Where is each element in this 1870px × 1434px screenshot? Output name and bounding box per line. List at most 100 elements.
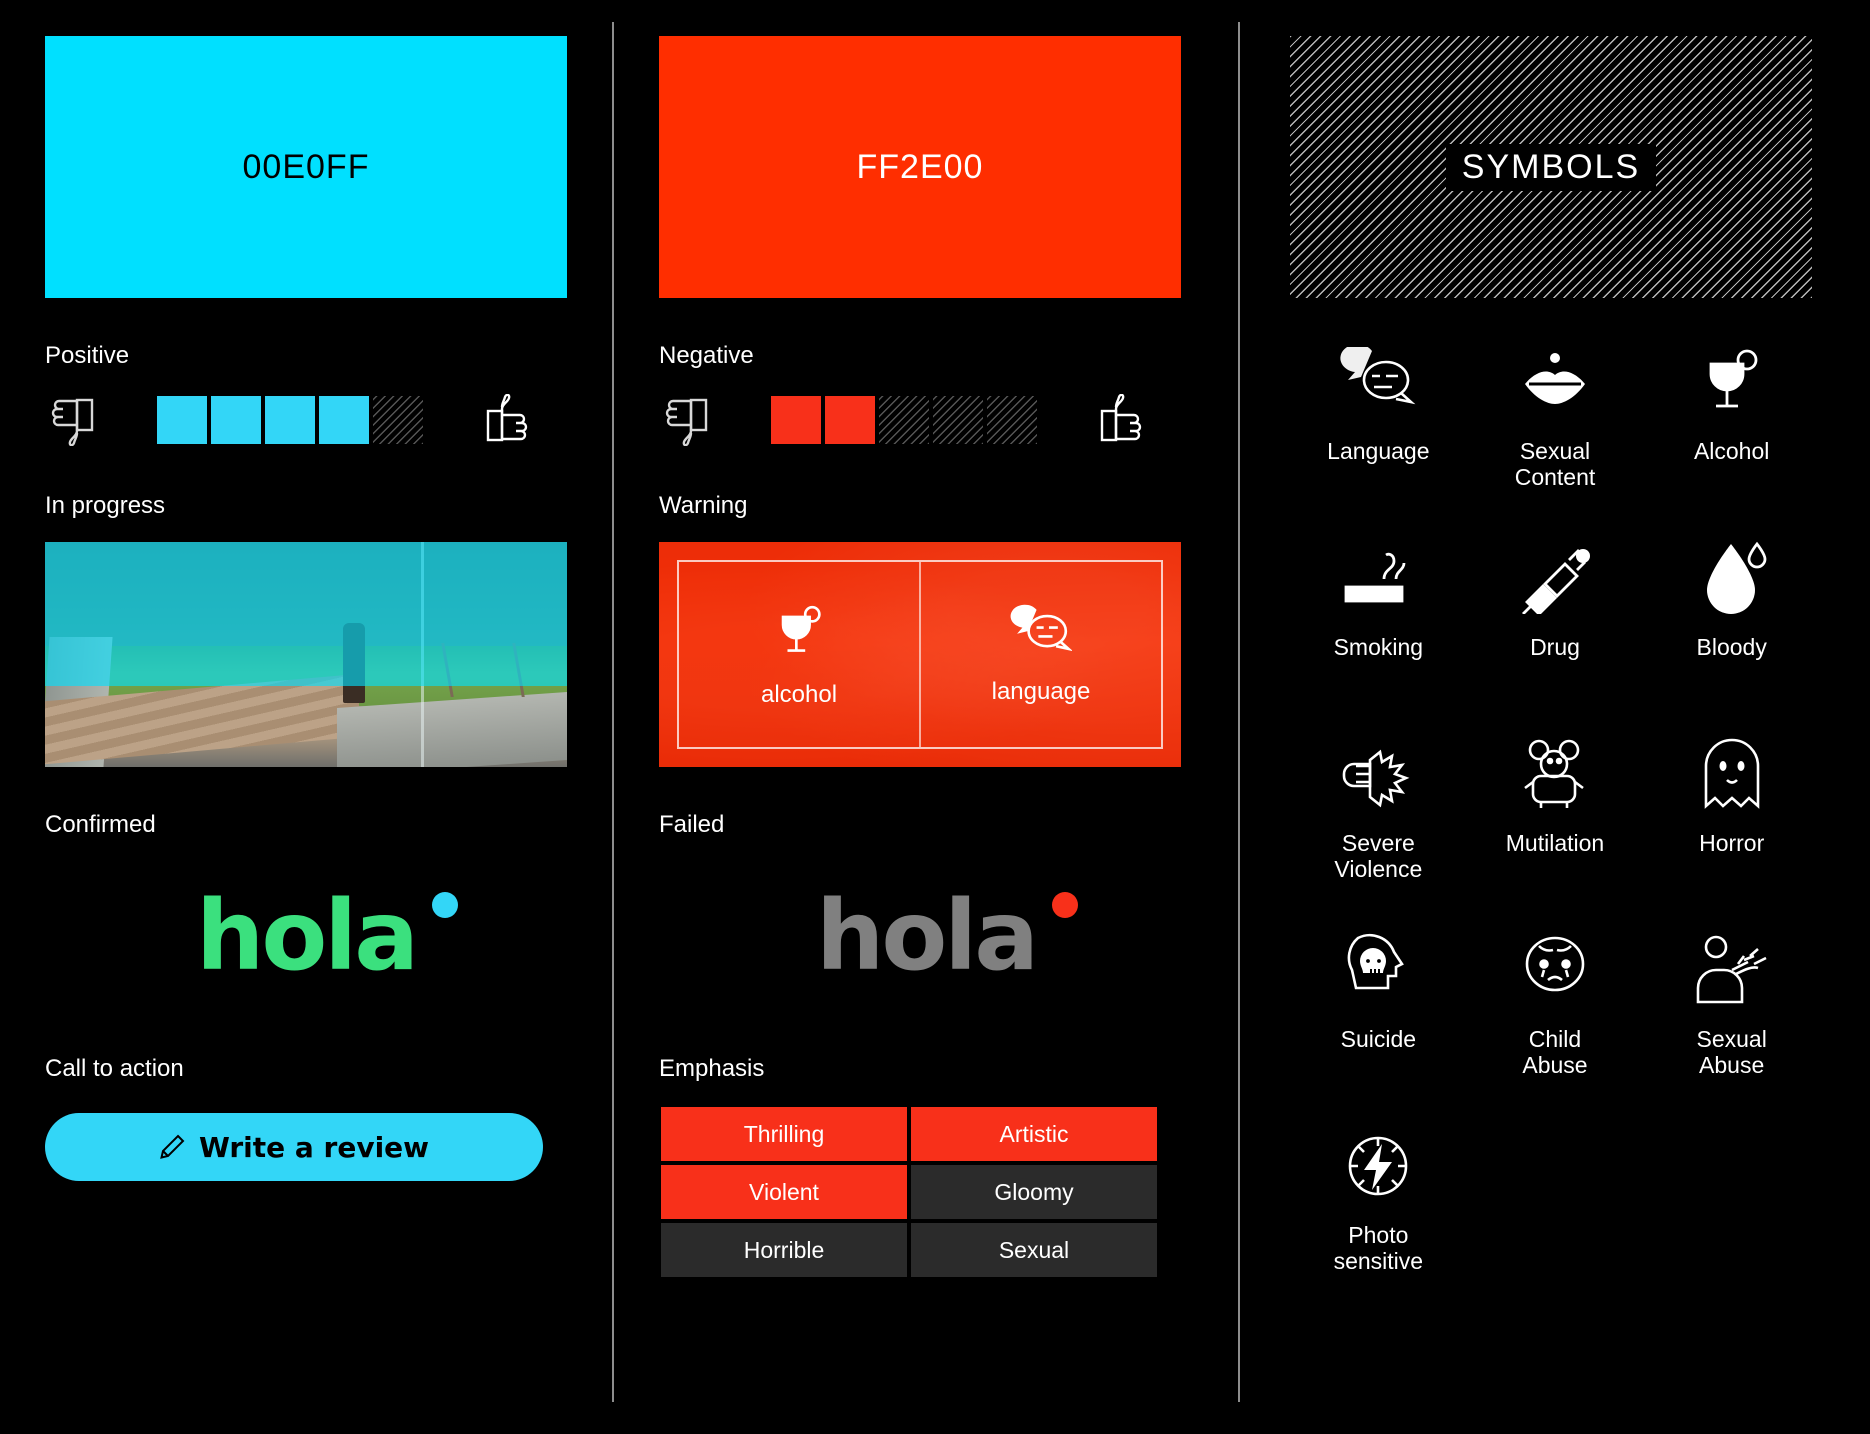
design-system-board: 00E0FF Positive In progress Confirmed ho… <box>0 0 1870 1434</box>
warning-label-language: language <box>991 677 1091 705</box>
progress-overlay <box>45 542 567 686</box>
symbol-sexual-abuse[interactable]: Sexual Abuse <box>1643 916 1820 1106</box>
table-row: Thrilling Artistic <box>659 1105 1159 1163</box>
positive-section-label: Positive <box>45 342 130 369</box>
symbol-severe-violence[interactable]: Severe Violence <box>1290 720 1467 910</box>
mutilation-icon <box>1517 728 1593 820</box>
symbol-label: Drug <box>1530 634 1580 660</box>
symbol-sexual-content[interactable]: Sexual Content <box>1467 328 1644 518</box>
column-symbols: SYMBOLS Language Sexual Content Alcohol … <box>1240 0 1870 1434</box>
hola-logo-confirmed: hola <box>196 888 458 984</box>
thumbs-down-icon[interactable] <box>45 394 99 446</box>
symbol-label: Suicide <box>1340 1026 1417 1052</box>
thumbs-down-icon[interactable] <box>659 394 713 446</box>
symbol-mutilation[interactable]: Mutilation <box>1467 720 1644 910</box>
rating-box-empty[interactable] <box>373 396 423 444</box>
emphasis-table: Thrilling Artistic Violent Gloomy Horrib… <box>659 1105 1159 1279</box>
symbol-language[interactable]: Language <box>1290 328 1467 518</box>
symbol-label: Child Abuse <box>1522 1026 1588 1079</box>
symbol-label: Language <box>1327 438 1430 464</box>
column-primary: 00E0FF Positive In progress Confirmed ho… <box>0 0 612 1434</box>
red-color-swatch: FF2E00 <box>659 36 1181 298</box>
symbol-label: Horror <box>1699 830 1765 856</box>
horror-icon <box>1699 728 1765 820</box>
alcohol-icon <box>770 601 828 663</box>
symbol-child-abuse[interactable]: Child Abuse <box>1467 916 1644 1106</box>
symbol-alcohol[interactable]: Alcohol <box>1643 328 1820 518</box>
failed-section-label: Failed <box>659 811 725 838</box>
table-row: Violent Gloomy <box>659 1163 1159 1221</box>
rating-box-empty[interactable] <box>933 396 983 444</box>
hola-logo-text: hola <box>816 880 1039 992</box>
thumbs-up-icon[interactable] <box>1095 394 1149 446</box>
symbol-label: Photo sensitive <box>1333 1222 1424 1275</box>
sexual-abuse-icon <box>1692 924 1772 1016</box>
hola-logo-failed: hola <box>816 888 1078 984</box>
warning-media[interactable]: alcohol language <box>659 542 1181 767</box>
in-progress-section-label: In progress <box>45 492 166 519</box>
write-review-label: Write a review <box>198 1130 430 1164</box>
symbol-label: Alcohol <box>1693 438 1770 464</box>
status-dot-red <box>1051 892 1078 918</box>
table-row: Horrible Sexual <box>659 1221 1159 1279</box>
sexual-content-icon <box>1515 336 1595 428</box>
status-dot-cyan <box>431 892 458 918</box>
symbols-grid: Language Sexual Content Alcohol Smoking … <box>1290 328 1820 1302</box>
rating-box-empty[interactable] <box>987 396 1037 444</box>
warning-label-alcohol: alcohol <box>760 680 838 708</box>
confirmed-logo-wrap: hola <box>45 861 567 1011</box>
positive-rating[interactable] <box>45 392 567 448</box>
rating-box-empty[interactable] <box>879 396 929 444</box>
write-review-button[interactable]: Write a review <box>45 1113 543 1181</box>
rating-box-filled[interactable] <box>265 396 315 444</box>
red-hex-label: FF2E00 <box>856 147 984 186</box>
emphasis-section-label: Emphasis <box>659 1055 765 1082</box>
emphasis-cell-gloomy[interactable]: Gloomy <box>909 1163 1159 1221</box>
symbol-label: Mutilation <box>1505 830 1605 856</box>
symbols-title: SYMBOLS <box>1445 143 1657 191</box>
language-icon <box>1010 604 1072 660</box>
rating-box-filled[interactable] <box>771 396 821 444</box>
emphasis-cell-sexual[interactable]: Sexual <box>909 1221 1159 1279</box>
positive-rating-boxes[interactable] <box>157 396 423 444</box>
rating-box-filled[interactable] <box>319 396 369 444</box>
symbol-horror[interactable]: Horror <box>1643 720 1820 910</box>
column-secondary: FF2E00 Negative Warning alcohol language… <box>614 0 1238 1434</box>
symbol-smoking[interactable]: Smoking <box>1290 524 1467 714</box>
emphasis-cell-artistic[interactable]: Artistic <box>909 1105 1159 1163</box>
rating-box-filled[interactable] <box>211 396 261 444</box>
smoking-icon <box>1338 532 1418 624</box>
negative-rating-boxes[interactable] <box>771 396 1037 444</box>
rating-box-filled[interactable] <box>825 396 875 444</box>
emphasis-cell-violent[interactable]: Violent <box>659 1163 909 1221</box>
symbol-suicide[interactable]: Suicide <box>1290 916 1467 1106</box>
symbol-photosensitive[interactable]: Photo sensitive <box>1290 1112 1467 1302</box>
warning-inner-frame: alcohol language <box>677 560 1163 749</box>
pencil-icon <box>159 1134 185 1160</box>
suicide-icon <box>1340 924 1416 1016</box>
drug-icon <box>1515 532 1595 624</box>
symbol-bloody[interactable]: Bloody <box>1643 524 1820 714</box>
warning-section-label: Warning <box>659 492 748 519</box>
warning-cell-language[interactable]: language <box>919 562 1161 747</box>
rating-box-filled[interactable] <box>157 396 207 444</box>
emphasis-cell-horrible[interactable]: Horrible <box>659 1221 909 1279</box>
negative-section-label: Negative <box>659 342 754 369</box>
negative-rating[interactable] <box>659 392 1193 448</box>
symbol-label: Sexual Abuse <box>1696 1026 1767 1079</box>
symbol-label: Severe Violence <box>1334 830 1423 883</box>
confirmed-section-label: Confirmed <box>45 811 156 838</box>
symbol-label: Smoking <box>1333 634 1424 660</box>
alcohol-icon <box>1697 336 1767 428</box>
bloody-icon <box>1697 532 1767 624</box>
emphasis-cell-thrilling[interactable]: Thrilling <box>659 1105 909 1163</box>
child-abuse-icon <box>1517 924 1593 1016</box>
symbol-drug[interactable]: Drug <box>1467 524 1644 714</box>
thumbs-up-icon[interactable] <box>481 394 535 446</box>
cta-section-label: Call to action <box>45 1055 184 1082</box>
warning-cell-alcohol[interactable]: alcohol <box>679 562 919 747</box>
hola-logo-text: hola <box>196 880 419 992</box>
in-progress-media[interactable] <box>45 542 567 767</box>
cyan-hex-label: 00E0FF <box>242 147 370 186</box>
symbols-header-swatch: SYMBOLS <box>1290 36 1812 298</box>
